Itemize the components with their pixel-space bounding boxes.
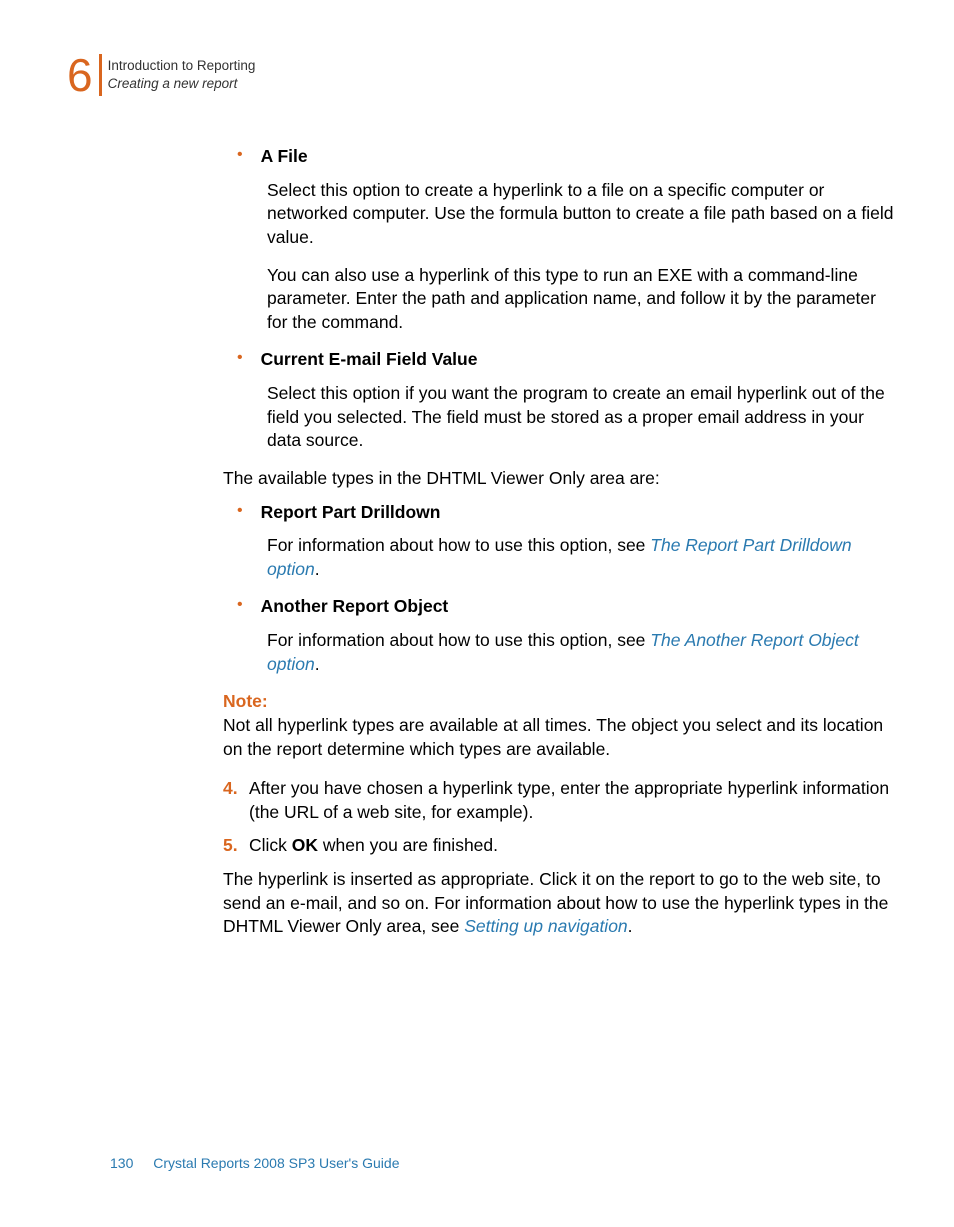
bullet-title: Another Report Object bbox=[261, 595, 449, 619]
bullet-a-file: • A File Select this option to create a … bbox=[237, 145, 899, 334]
step-text: After you have chosen a hyperlink type, … bbox=[249, 777, 899, 824]
header-subsection-title: Creating a new report bbox=[108, 75, 256, 93]
bullet-paragraph: You can also use a hyperlink of this typ… bbox=[267, 264, 899, 335]
step-5: 5. Click OK when you are finished. bbox=[223, 834, 899, 858]
page-header: 6 Introduction to Reporting Creating a n… bbox=[67, 52, 255, 98]
bullet-marker-icon: • bbox=[237, 595, 243, 616]
step-text: Click OK when you are finished. bbox=[249, 834, 899, 858]
closing-paragraph: The hyperlink is inserted as appropriate… bbox=[223, 868, 899, 939]
step-number: 4. bbox=[223, 777, 249, 801]
header-section-title: Introduction to Reporting bbox=[108, 57, 256, 75]
header-text-block: Introduction to Reporting Creating a new… bbox=[108, 57, 256, 92]
text-pre: Click bbox=[249, 835, 292, 855]
bullet-marker-icon: • bbox=[237, 348, 243, 369]
note-text: Not all hyperlink types are available at… bbox=[223, 714, 899, 761]
chapter-number: 6 bbox=[67, 52, 93, 98]
text-post: . bbox=[628, 916, 633, 936]
bullet-paragraph: For information about how to use this op… bbox=[267, 629, 899, 676]
bullet-paragraph: Select this option to create a hyperlink… bbox=[267, 179, 899, 250]
bullet-title: A File bbox=[261, 145, 308, 169]
bullet-another-report-object: • Another Report Object For information … bbox=[237, 595, 899, 676]
bullet-report-part-drilldown: • Report Part Drilldown For information … bbox=[237, 501, 899, 582]
text-post: . bbox=[315, 654, 320, 674]
bullet-marker-icon: • bbox=[237, 501, 243, 522]
bullet-title: Current E-mail Field Value bbox=[261, 348, 478, 372]
text-pre: For information about how to use this op… bbox=[267, 535, 650, 555]
intro-text: The available types in the DHTML Viewer … bbox=[223, 467, 899, 491]
footer-title: Crystal Reports 2008 SP3 User's Guide bbox=[153, 1155, 399, 1171]
header-divider bbox=[99, 54, 102, 96]
bullet-paragraph: Select this option if you want the progr… bbox=[267, 382, 899, 453]
note-label: Note: bbox=[223, 690, 899, 714]
bullet-email-field: • Current E-mail Field Value Select this… bbox=[237, 348, 899, 453]
bullet-title: Report Part Drilldown bbox=[261, 501, 441, 525]
link-setting-up-navigation[interactable]: Setting up navigation bbox=[464, 916, 627, 936]
text-post: when you are finished. bbox=[318, 835, 498, 855]
step-4: 4. After you have chosen a hyperlink typ… bbox=[223, 777, 899, 824]
step-number: 5. bbox=[223, 834, 249, 858]
page-footer: 130 Crystal Reports 2008 SP3 User's Guid… bbox=[110, 1154, 399, 1173]
bullet-paragraph: For information about how to use this op… bbox=[267, 534, 899, 581]
page-content: • A File Select this option to create a … bbox=[223, 145, 899, 939]
ok-label: OK bbox=[292, 835, 318, 855]
text-post: . bbox=[315, 559, 320, 579]
page-number: 130 bbox=[110, 1155, 133, 1171]
text-pre: For information about how to use this op… bbox=[267, 630, 650, 650]
bullet-marker-icon: • bbox=[237, 145, 243, 166]
